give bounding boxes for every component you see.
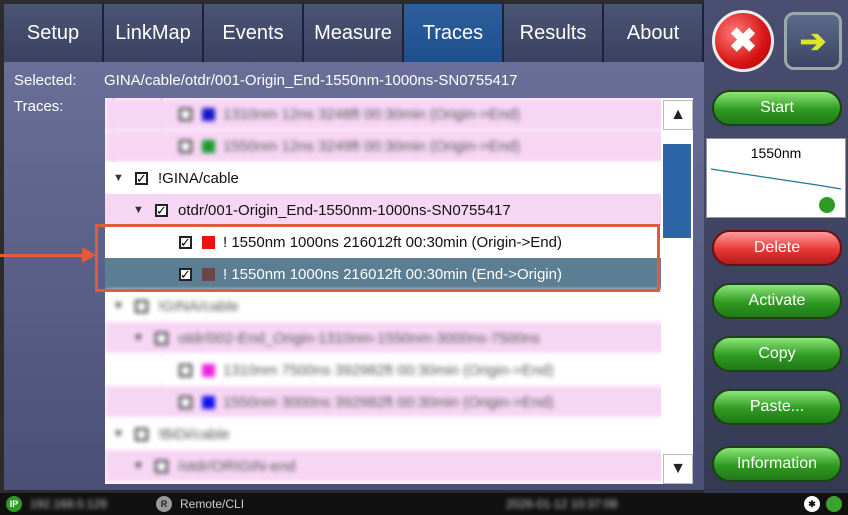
tree-row[interactable]: ▼ !GINA/cable [105, 290, 669, 322]
delete-button[interactable]: Delete [712, 230, 842, 266]
action-column: ✖ ➔ Start 1550nm Delete Activate Copy Pa… [704, 0, 848, 493]
datetime: 2026-01-12 10:37:08 [506, 497, 618, 511]
tab-linkmap[interactable]: LinkMap [104, 4, 204, 62]
bluetooth-icon: ✱ [804, 496, 820, 512]
tree-scrollbar[interactable]: ▲ ▼ [661, 98, 693, 484]
tree-row[interactable]: ▼ ✓ otdr/001-Origin_End-1550nm-1000ns-SN… [105, 194, 689, 226]
expand-arrow-icon[interactable]: ▼ [113, 172, 127, 184]
copy-button[interactable]: Copy [712, 336, 842, 372]
row-label: !GINA/cable [158, 297, 239, 315]
traces-label: Traces: [14, 98, 64, 115]
expand-arrow-icon[interactable]: ▼ [133, 332, 147, 344]
activate-button[interactable]: Activate [712, 283, 842, 319]
check-mark: ✓ [136, 170, 147, 186]
row-checkbox[interactable]: ✓ [155, 202, 168, 218]
scroll-up-icon[interactable]: ▲ [663, 100, 693, 130]
trace-preview[interactable]: 1550nm [706, 138, 846, 218]
row-checkbox[interactable] [155, 331, 168, 345]
expand-arrow-icon[interactable]: ▼ [133, 204, 147, 216]
information-button[interactable]: Information [712, 446, 842, 482]
tab-measure[interactable]: Measure [304, 4, 404, 62]
preview-label: 1550nm [750, 145, 802, 161]
selected-value: GINA/cable/otdr/001-Origin_End-1550nm-10… [104, 72, 518, 89]
tree-row[interactable]: 1550nm 3000ns 392982ft 00:30min (Origin-… [105, 386, 693, 418]
tree-row[interactable]: ▼ ✓ !GINA/cable [105, 162, 669, 194]
paste-button[interactable]: Paste... [712, 389, 842, 425]
trace-color-swatch [202, 363, 215, 377]
row-checkbox[interactable] [179, 395, 192, 409]
next-arrow-icon[interactable]: ➔ [784, 12, 842, 70]
callout-arrow-icon [0, 254, 92, 257]
row-checkbox[interactable] [179, 363, 192, 377]
row-checkbox[interactable] [135, 299, 148, 313]
tab-setup[interactable]: Setup [4, 4, 104, 62]
row-label: /otdr/ORIGIN-end [178, 457, 296, 475]
preview-trace-plot [710, 168, 842, 213]
expand-arrow-icon[interactable]: ▼ [113, 300, 127, 312]
trace-color-swatch [202, 395, 215, 409]
remote-label: Remote/CLI [180, 497, 245, 511]
selected-label: Selected: [14, 72, 77, 89]
status-bar: IP 192.168.0.129 R Remote/CLI 2026-01-12… [0, 493, 848, 515]
expand-arrow-icon[interactable]: ▼ [113, 428, 127, 440]
trace-color-swatch [202, 107, 215, 121]
row-label: 1550nm 12ns 3249ft 00:30min (Origin->End… [223, 137, 521, 155]
tab-traces[interactable]: Traces [404, 4, 504, 62]
row-checkbox[interactable] [179, 139, 192, 153]
tree-row[interactable]: 1550nm 12ns 3249ft 00:30min (Origin->End… [105, 130, 693, 162]
expand-arrow-icon[interactable]: ▼ [133, 460, 147, 472]
tree-row[interactable]: ▼ otdr/002-End_Origin-1310nm-1550nm-3000… [105, 322, 689, 354]
ip-value: 192.168.0.129 [30, 497, 107, 511]
row-label: 1310nm 7500ns 392982ft 00:30min (Origin-… [223, 361, 554, 379]
highlight-box [95, 224, 660, 292]
ip-badge: IP [6, 496, 22, 512]
tree-row[interactable]: 1310nm 12ns 3248ft 00:30min (Origin->End… [105, 98, 693, 130]
row-label: otdr/002-End_Origin-1310nm-1550nm-3000ns… [178, 329, 540, 347]
tab-results[interactable]: Results [504, 4, 604, 62]
row-checkbox[interactable] [179, 107, 192, 121]
row-checkbox[interactable] [155, 459, 168, 473]
row-label: 1310nm 12ns 3248ft 00:30min (Origin->End… [223, 105, 521, 123]
power-icon [826, 496, 842, 512]
row-label: otdr/001-Origin_End-1550nm-1000ns-SN0755… [178, 201, 511, 219]
tab-events[interactable]: Events [204, 4, 304, 62]
row-checkbox[interactable] [135, 427, 148, 441]
scroll-down-icon[interactable]: ▼ [663, 454, 693, 484]
tab-bar: Setup LinkMap Events Measure Traces Resu… [4, 4, 704, 62]
check-mark: ✓ [156, 202, 167, 218]
row-checkbox[interactable]: ✓ [135, 170, 148, 186]
row-label: !GINA/cable [158, 169, 239, 187]
row-label: 1550nm 3000ns 392982ft 00:30min (Origin-… [223, 393, 554, 411]
start-button[interactable]: Start [712, 90, 842, 126]
trace-color-swatch [202, 139, 215, 153]
row-label: !BiDi/cable [158, 425, 230, 443]
tree-row[interactable]: 1310nm 7500ns 392982ft 00:30min (Origin-… [105, 354, 693, 386]
close-icon[interactable]: ✖ [712, 10, 774, 72]
tree-row[interactable]: ▼ !BiDi/cable [105, 418, 669, 450]
remote-badge: R [156, 496, 172, 512]
callout-arrowhead-icon [82, 247, 96, 263]
tree-row[interactable]: ▼ /otdr/ORIGIN-end [105, 450, 689, 482]
tab-about[interactable]: About [604, 4, 704, 62]
scroll-thumb[interactable] [663, 144, 691, 238]
